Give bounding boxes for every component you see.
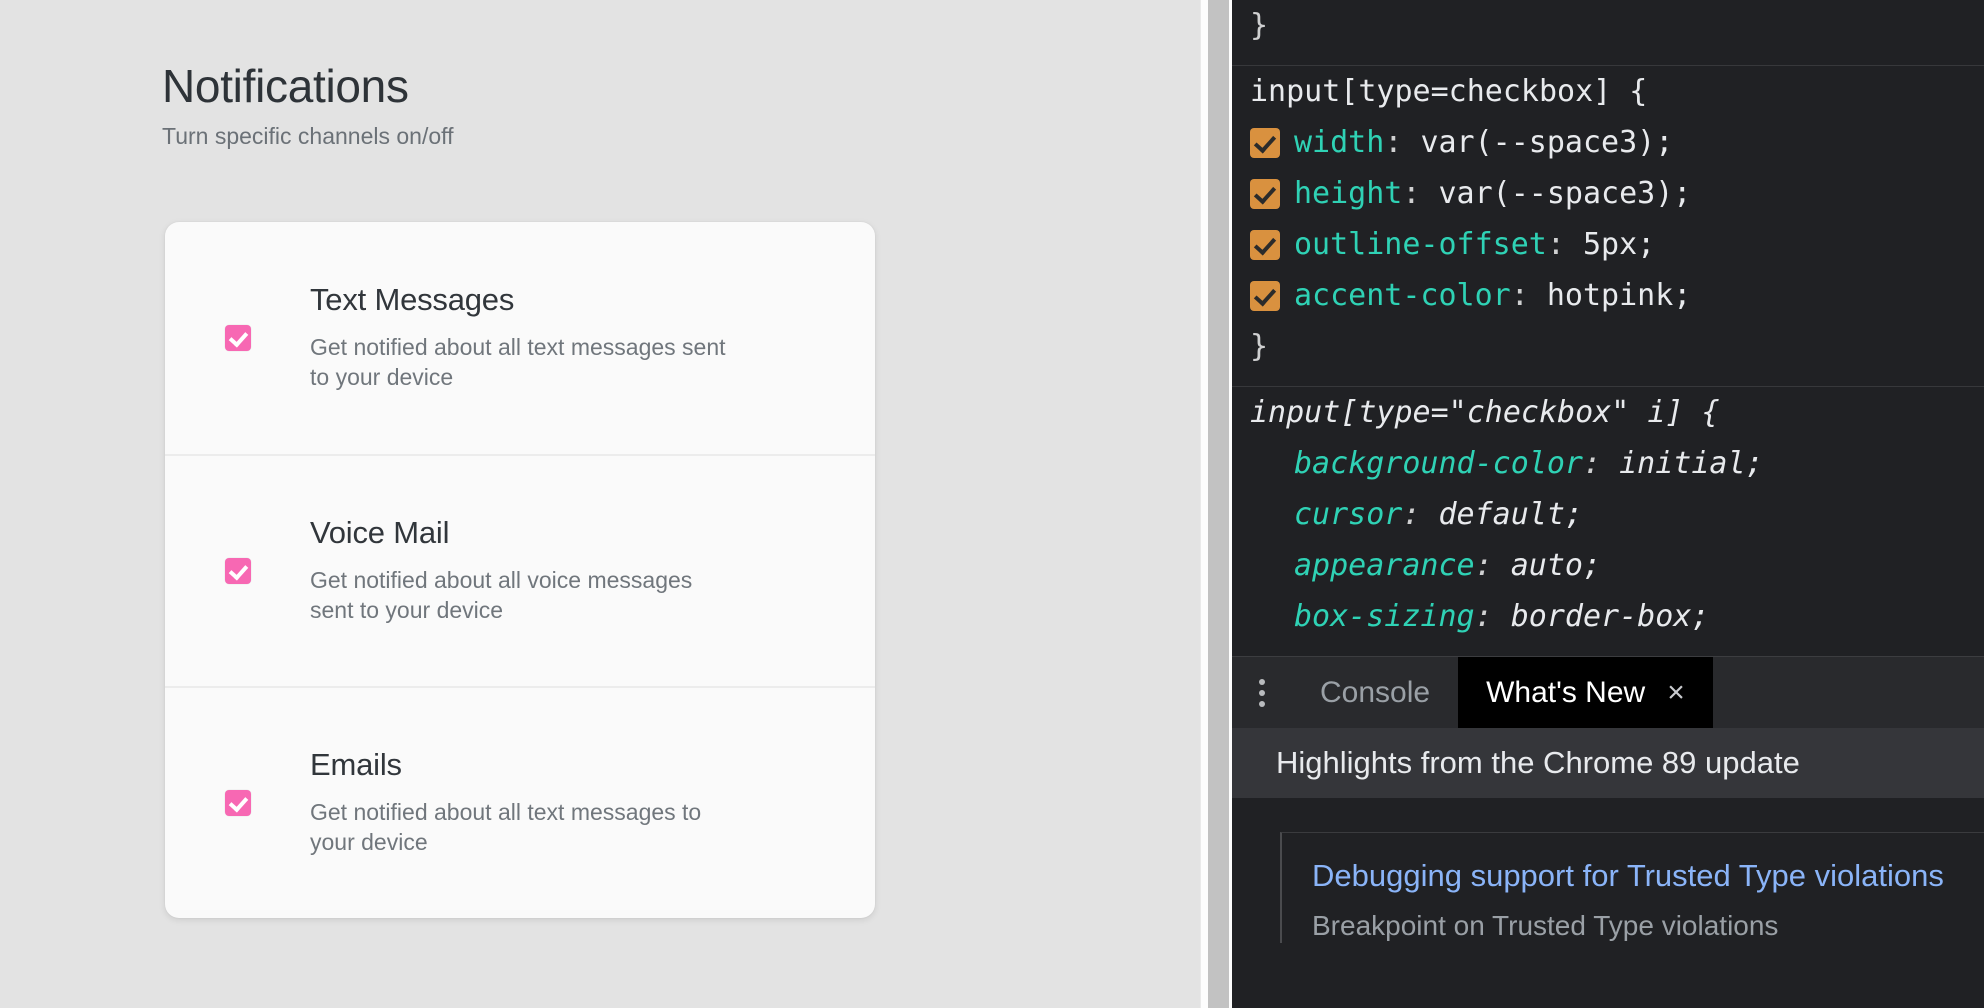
checkbox-text-messages[interactable] bbox=[225, 325, 251, 351]
declaration-enabled-checkbox[interactable] bbox=[1250, 230, 1280, 260]
colon-glyph: : bbox=[1475, 599, 1511, 634]
dot bbox=[1259, 701, 1265, 707]
page-subtitle: Turn specific channels on/off bbox=[162, 124, 922, 149]
notification-row-voice-mail[interactable]: Voice Mail Get notified about all voice … bbox=[165, 454, 875, 686]
code-line-declaration: cursor: default; bbox=[1250, 489, 1984, 540]
notifications-card: Text Messages Get notified about all tex… bbox=[165, 222, 875, 918]
whats-new-list: Debugging support for Trusted Type viola… bbox=[1232, 798, 1984, 943]
styles-rule-user-agent: input[type="checkbox" i] { background-co… bbox=[1232, 387, 1984, 642]
checkbox-voice-mail[interactable] bbox=[225, 558, 251, 584]
kebab-menu-icon[interactable] bbox=[1232, 657, 1292, 729]
checkbox-emails[interactable] bbox=[225, 790, 251, 816]
declaration-value[interactable]: 5px; bbox=[1583, 227, 1655, 262]
tab-label: What's New bbox=[1486, 676, 1645, 710]
devtools-panel: } input[type=checkbox] { width: var(--sp… bbox=[1232, 0, 1984, 1008]
whats-new-panel: Highlights from the Chrome 89 update Deb… bbox=[1232, 728, 1984, 1008]
close-icon[interactable]: × bbox=[1667, 678, 1685, 708]
declaration-enabled-checkbox[interactable] bbox=[1250, 128, 1280, 158]
code-line-selector[interactable]: input[type=checkbox] { bbox=[1250, 66, 1984, 117]
selector-text: input[type="checkbox" i] { bbox=[1250, 395, 1720, 430]
declaration-value: default; bbox=[1439, 497, 1584, 532]
page-title: Notifications bbox=[162, 62, 922, 110]
row-title: Voice Mail bbox=[310, 516, 835, 551]
declaration-property: appearance bbox=[1294, 548, 1475, 583]
brace-glyph: } bbox=[1250, 8, 1268, 43]
code-line-declaration[interactable]: height: var(--space3); bbox=[1250, 168, 1984, 219]
code-line-close-brace: } bbox=[1250, 0, 1984, 51]
row-description: Get notified about all text messages sen… bbox=[310, 332, 730, 393]
row-text: Text Messages Get notified about all tex… bbox=[310, 283, 875, 392]
checkbox-cell bbox=[165, 325, 310, 351]
whats-new-item[interactable]: Debugging support for Trusted Type viola… bbox=[1280, 832, 1984, 943]
declaration-enabled-checkbox[interactable] bbox=[1250, 281, 1280, 311]
code-line-declaration[interactable]: accent-color: hotpink; bbox=[1250, 270, 1984, 321]
declaration-property: background-color bbox=[1294, 446, 1583, 481]
colon-glyph: : bbox=[1511, 278, 1547, 313]
code-line-declaration: appearance: auto; bbox=[1250, 540, 1984, 591]
colon-glyph: : bbox=[1583, 446, 1619, 481]
screenshot-root: Notifications Turn specific channels on/… bbox=[0, 0, 1984, 1008]
colon-glyph: : bbox=[1547, 227, 1583, 262]
declaration-value: border-box; bbox=[1511, 599, 1710, 634]
tab-label: Console bbox=[1320, 676, 1430, 710]
checkbox-cell bbox=[165, 558, 310, 584]
code-line-selector[interactable]: input[type="checkbox" i] { bbox=[1250, 387, 1984, 438]
styles-pane: } input[type=checkbox] { width: var(--sp… bbox=[1232, 0, 1984, 662]
notification-row-emails[interactable]: Emails Get notified about all text messa… bbox=[165, 686, 875, 918]
row-text: Voice Mail Get notified about all voice … bbox=[310, 516, 875, 625]
drawer-tabbar: Console What's New × bbox=[1232, 656, 1984, 728]
declaration-value[interactable]: hotpink; bbox=[1547, 278, 1692, 313]
web-page-pane: Notifications Turn specific channels on/… bbox=[0, 0, 1200, 1008]
brace-glyph: } bbox=[1250, 329, 1268, 364]
colon-glyph: : bbox=[1384, 125, 1420, 160]
whats-new-header: Highlights from the Chrome 89 update bbox=[1232, 728, 1984, 798]
tab-console[interactable]: Console bbox=[1292, 657, 1458, 729]
whats-new-item-title[interactable]: Debugging support for Trusted Type viola… bbox=[1312, 857, 1984, 896]
checkbox-cell bbox=[165, 790, 310, 816]
row-description: Get notified about all text messages to … bbox=[310, 797, 730, 858]
declaration-enabled-checkbox[interactable] bbox=[1250, 179, 1280, 209]
code-line-declaration[interactable]: outline-offset: 5px; bbox=[1250, 219, 1984, 270]
declaration-value[interactable]: var(--space3); bbox=[1420, 125, 1673, 160]
colon-glyph: : bbox=[1475, 548, 1511, 583]
declaration-value: initial; bbox=[1619, 446, 1764, 481]
declaration-property[interactable]: accent-color bbox=[1294, 278, 1511, 313]
styles-rule-truncated: } bbox=[1232, 0, 1984, 51]
colon-glyph: : bbox=[1402, 176, 1438, 211]
page-vertical-scrollbar[interactable] bbox=[1200, 0, 1232, 1008]
colon-glyph: : bbox=[1402, 497, 1438, 532]
row-title: Emails bbox=[310, 748, 835, 783]
selector-text: input[type=checkbox] { bbox=[1250, 74, 1647, 109]
declaration-property[interactable]: height bbox=[1294, 176, 1402, 211]
code-line-close-brace: } bbox=[1250, 321, 1984, 372]
row-title: Text Messages bbox=[310, 283, 835, 318]
whats-new-item-description: Breakpoint on Trusted Type violations bbox=[1312, 908, 1984, 943]
code-line-declaration[interactable]: width: var(--space3); bbox=[1250, 117, 1984, 168]
declaration-property: cursor bbox=[1294, 497, 1402, 532]
page-header: Notifications Turn specific channels on/… bbox=[162, 62, 922, 150]
notification-row-text-messages[interactable]: Text Messages Get notified about all tex… bbox=[165, 222, 875, 454]
code-line-declaration: box-sizing: border-box; bbox=[1250, 591, 1984, 642]
row-description: Get notified about all voice messages se… bbox=[310, 565, 730, 626]
declaration-property[interactable]: width bbox=[1294, 125, 1384, 160]
declaration-property: box-sizing bbox=[1294, 599, 1475, 634]
declaration-value[interactable]: var(--space3); bbox=[1439, 176, 1692, 211]
declaration-value: auto; bbox=[1511, 548, 1601, 583]
tab-whats-new[interactable]: What's New × bbox=[1458, 657, 1713, 729]
row-text: Emails Get notified about all text messa… bbox=[310, 748, 875, 857]
scrollbar-thumb[interactable] bbox=[1208, 0, 1229, 1008]
dot bbox=[1259, 690, 1265, 696]
declaration-property[interactable]: outline-offset bbox=[1294, 227, 1547, 262]
code-line-declaration: background-color: initial; bbox=[1250, 438, 1984, 489]
dot bbox=[1259, 679, 1265, 685]
styles-rule-author: input[type=checkbox] { width: var(--spac… bbox=[1232, 66, 1984, 372]
